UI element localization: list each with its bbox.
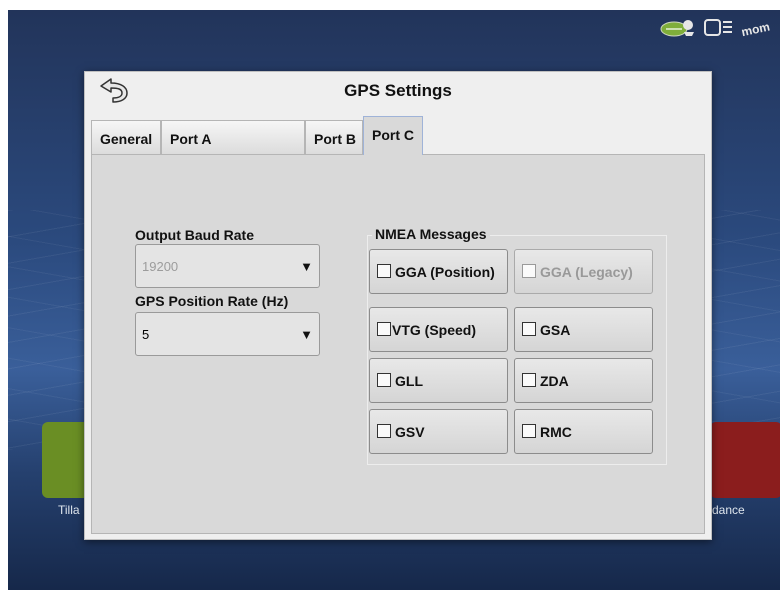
tillage-tile-label: Tilla — [58, 503, 80, 517]
checkbox[interactable] — [377, 264, 391, 278]
gps-position-rate-label: GPS Position Rate (Hz) — [135, 293, 289, 309]
checkbox[interactable] — [377, 373, 391, 387]
dialog-title: GPS Settings — [344, 81, 452, 100]
nmea-rmc-button[interactable]: RMC — [514, 409, 653, 454]
guidance-tile-label: dance — [712, 503, 745, 517]
tab-port-c[interactable]: Port C — [363, 116, 423, 155]
nmea-gsa-button[interactable]: GSA — [514, 307, 653, 352]
checkbox[interactable] — [522, 322, 536, 336]
nmea-gll-button[interactable]: GLL — [369, 358, 508, 403]
output-baud-rate-value: 19200 — [142, 259, 179, 274]
checkbox[interactable] — [522, 424, 536, 438]
nmea-label: ZDA — [540, 373, 569, 389]
display-icon[interactable] — [704, 18, 734, 38]
gps-settings-dialog: GPS Settings General Port A Port B Port … — [84, 71, 712, 540]
nmea-label: VTG (Speed) — [392, 322, 477, 338]
dropdown-arrow-icon: ▼ — [300, 327, 313, 342]
nmea-label: RMC — [540, 424, 572, 440]
port-c-panel: Output Baud Rate 19200 ▼ GPS Position Ra… — [91, 154, 705, 534]
gps-position-rate-value: 5 — [142, 327, 150, 342]
nmea-zda-button[interactable]: ZDA — [514, 358, 653, 403]
network-icon[interactable]: mom — [740, 18, 774, 38]
nmea-label: GSV — [395, 424, 425, 440]
checkbox[interactable] — [377, 322, 391, 336]
svg-text:mom: mom — [740, 19, 771, 38]
gps-satellite-icon[interactable] — [660, 18, 698, 38]
nmea-label: GLL — [395, 373, 423, 389]
dropdown-arrow-icon: ▼ — [300, 259, 313, 274]
nmea-label: GGA (Legacy) — [540, 264, 633, 280]
tab-port-a[interactable]: Port A — [161, 120, 305, 154]
nmea-gga-legacy-button[interactable]: GGA (Legacy) — [514, 249, 653, 294]
guidance-app-tile[interactable] — [710, 422, 780, 498]
status-bar: mom — [660, 16, 774, 40]
checkbox[interactable] — [522, 373, 536, 387]
gps-position-rate-dropdown[interactable]: 5 ▼ — [135, 312, 320, 356]
checkbox[interactable] — [522, 264, 536, 278]
dialog-header: GPS Settings — [85, 72, 711, 110]
tab-general[interactable]: General — [91, 120, 161, 154]
tab-port-b[interactable]: Port B — [305, 120, 363, 154]
nmea-vtg-speed-button[interactable]: VTG (Speed) — [369, 307, 508, 352]
nmea-gsv-button[interactable]: GSV — [369, 409, 508, 454]
nmea-label: GGA (Position) — [395, 264, 495, 280]
checkbox[interactable] — [377, 424, 391, 438]
output-baud-rate-label: Output Baud Rate — [135, 227, 254, 243]
nmea-gga-position-button[interactable]: GGA (Position) — [369, 249, 508, 294]
nmea-messages-title: NMEA Messages — [372, 226, 490, 242]
output-baud-rate-dropdown[interactable]: 19200 ▼ — [135, 244, 320, 288]
nmea-label: GSA — [540, 322, 571, 338]
